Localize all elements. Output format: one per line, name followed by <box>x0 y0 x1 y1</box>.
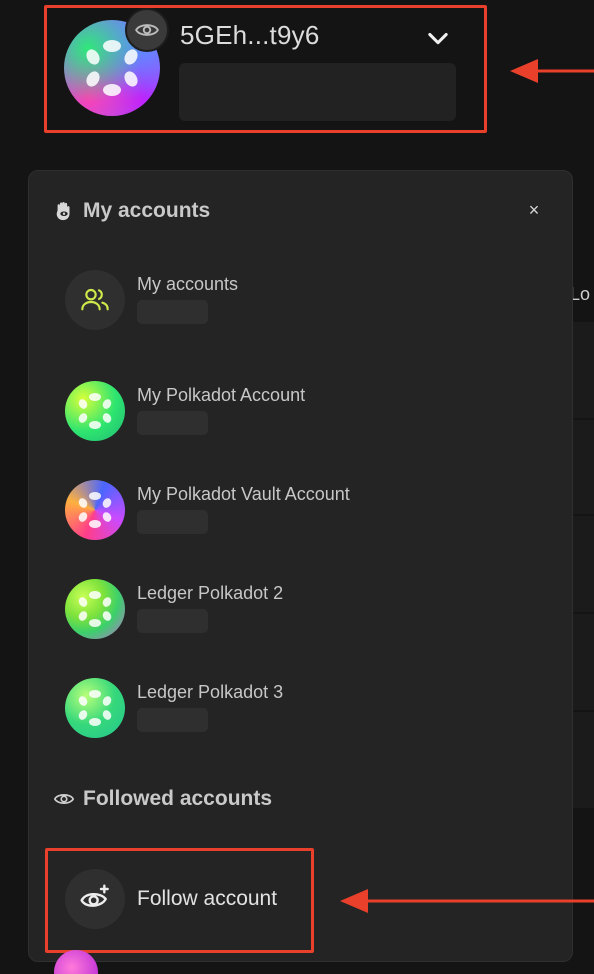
polkadot-avatar-icon <box>65 678 125 738</box>
hand-eye-icon <box>56 202 70 221</box>
screen: Lo 5GEh...t9y6 My accounts × My accounts… <box>0 0 594 974</box>
account-item[interactable]: My Polkadot Account <box>65 381 505 443</box>
arrow-left-icon <box>340 889 594 913</box>
polkadot-avatar-icon <box>65 579 125 639</box>
account-name: My Polkadot Account <box>137 385 306 405</box>
background-row <box>572 420 594 514</box>
background-row <box>572 322 594 418</box>
background-row <box>572 516 594 612</box>
polkadot-avatar-icon <box>65 381 125 441</box>
panel-title: My accounts <box>83 199 211 222</box>
polkadot-avatar-icon <box>65 480 125 540</box>
balance-placeholder <box>137 708 208 732</box>
eye-icon <box>53 794 75 804</box>
account-item-all[interactable]: My accounts <box>65 270 505 332</box>
highlight-box <box>45 848 314 953</box>
close-button[interactable]: × <box>523 199 545 221</box>
account-item[interactable]: Ledger Polkadot 2 <box>65 579 505 641</box>
arrow-left-icon <box>510 59 594 83</box>
background-row <box>572 614 594 710</box>
account-name: Ledger Polkadot 3 <box>137 682 284 702</box>
panel-header: My accounts <box>53 199 210 223</box>
account-name: My accounts <box>137 274 239 294</box>
account-name: My Polkadot Vault Account <box>137 484 350 504</box>
balance-placeholder <box>137 609 208 633</box>
followed-title: Followed accounts <box>83 787 273 810</box>
account-item[interactable]: Ledger Polkadot 3 <box>65 678 505 740</box>
highlight-box <box>44 5 487 133</box>
account-name: Ledger Polkadot 2 <box>137 583 284 603</box>
group-icon <box>65 270 125 330</box>
background-label: Lo <box>570 284 591 304</box>
balance-placeholder <box>137 411 208 435</box>
account-panel: My accounts × My accounts My Polkadot Ac… <box>28 170 573 962</box>
followed-header: Followed accounts <box>53 787 272 811</box>
account-item[interactable]: My Polkadot Vault Account <box>65 480 505 542</box>
balance-placeholder <box>137 300 208 324</box>
background-row <box>572 712 594 808</box>
balance-placeholder <box>137 510 208 534</box>
